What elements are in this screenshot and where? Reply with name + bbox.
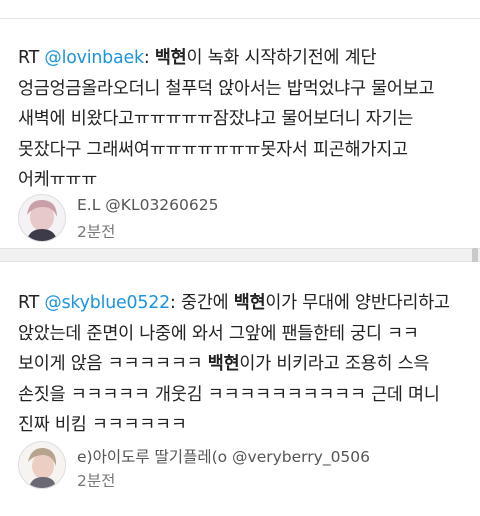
rt-prefix: RT: [18, 293, 45, 313]
highlight-name: 백현: [207, 354, 240, 374]
highlight-name: 백현: [154, 48, 187, 68]
mention-link[interactable]: @lovinbaek: [44, 48, 144, 68]
highlight-name: 백현: [233, 293, 266, 313]
avatar[interactable]: [18, 441, 66, 489]
mention-link[interactable]: @skyblue0522: [44, 293, 170, 313]
avatar-image: [19, 195, 65, 241]
tweet-card[interactable]: RT @lovinbaek: 백현이 녹화 시작하기전에 계단 엉금엉금올라오더…: [0, 20, 480, 248]
tweet-text: RT @skyblue0522: 중간에 백현이가 무대에 양반다리하고 앉았는…: [18, 288, 466, 441]
colon: :: [170, 293, 182, 313]
colon: :: [143, 48, 155, 68]
avatar[interactable]: [18, 194, 66, 242]
tweet-body: 이 녹화 시작하기전에 계단 엉금엉금올라오더니 철푸덕 앉아서는 밥먹었냐구 …: [18, 48, 435, 190]
timestamp: 2분전: [77, 472, 116, 490]
timestamp: 2분전: [77, 223, 116, 241]
tweet-card[interactable]: RT @skyblue0522: 중간에 백현이가 무대에 양반다리하고 앉았는…: [0, 262, 480, 516]
tweet-divider: [0, 248, 480, 262]
author-name[interactable]: e)아이도루 딸기플레(o @veryberry_0506: [77, 445, 370, 467]
tweet-body: 중간에: [181, 293, 234, 313]
rt-prefix: RT: [18, 48, 45, 68]
tweet-text: RT @lovinbaek: 백현이 녹화 시작하기전에 계단 엉금엉금올라오더…: [18, 43, 466, 196]
top-divider: [0, 18, 480, 19]
author-name[interactable]: E.L @KL03260625: [77, 196, 218, 214]
avatar-image: [19, 442, 65, 488]
